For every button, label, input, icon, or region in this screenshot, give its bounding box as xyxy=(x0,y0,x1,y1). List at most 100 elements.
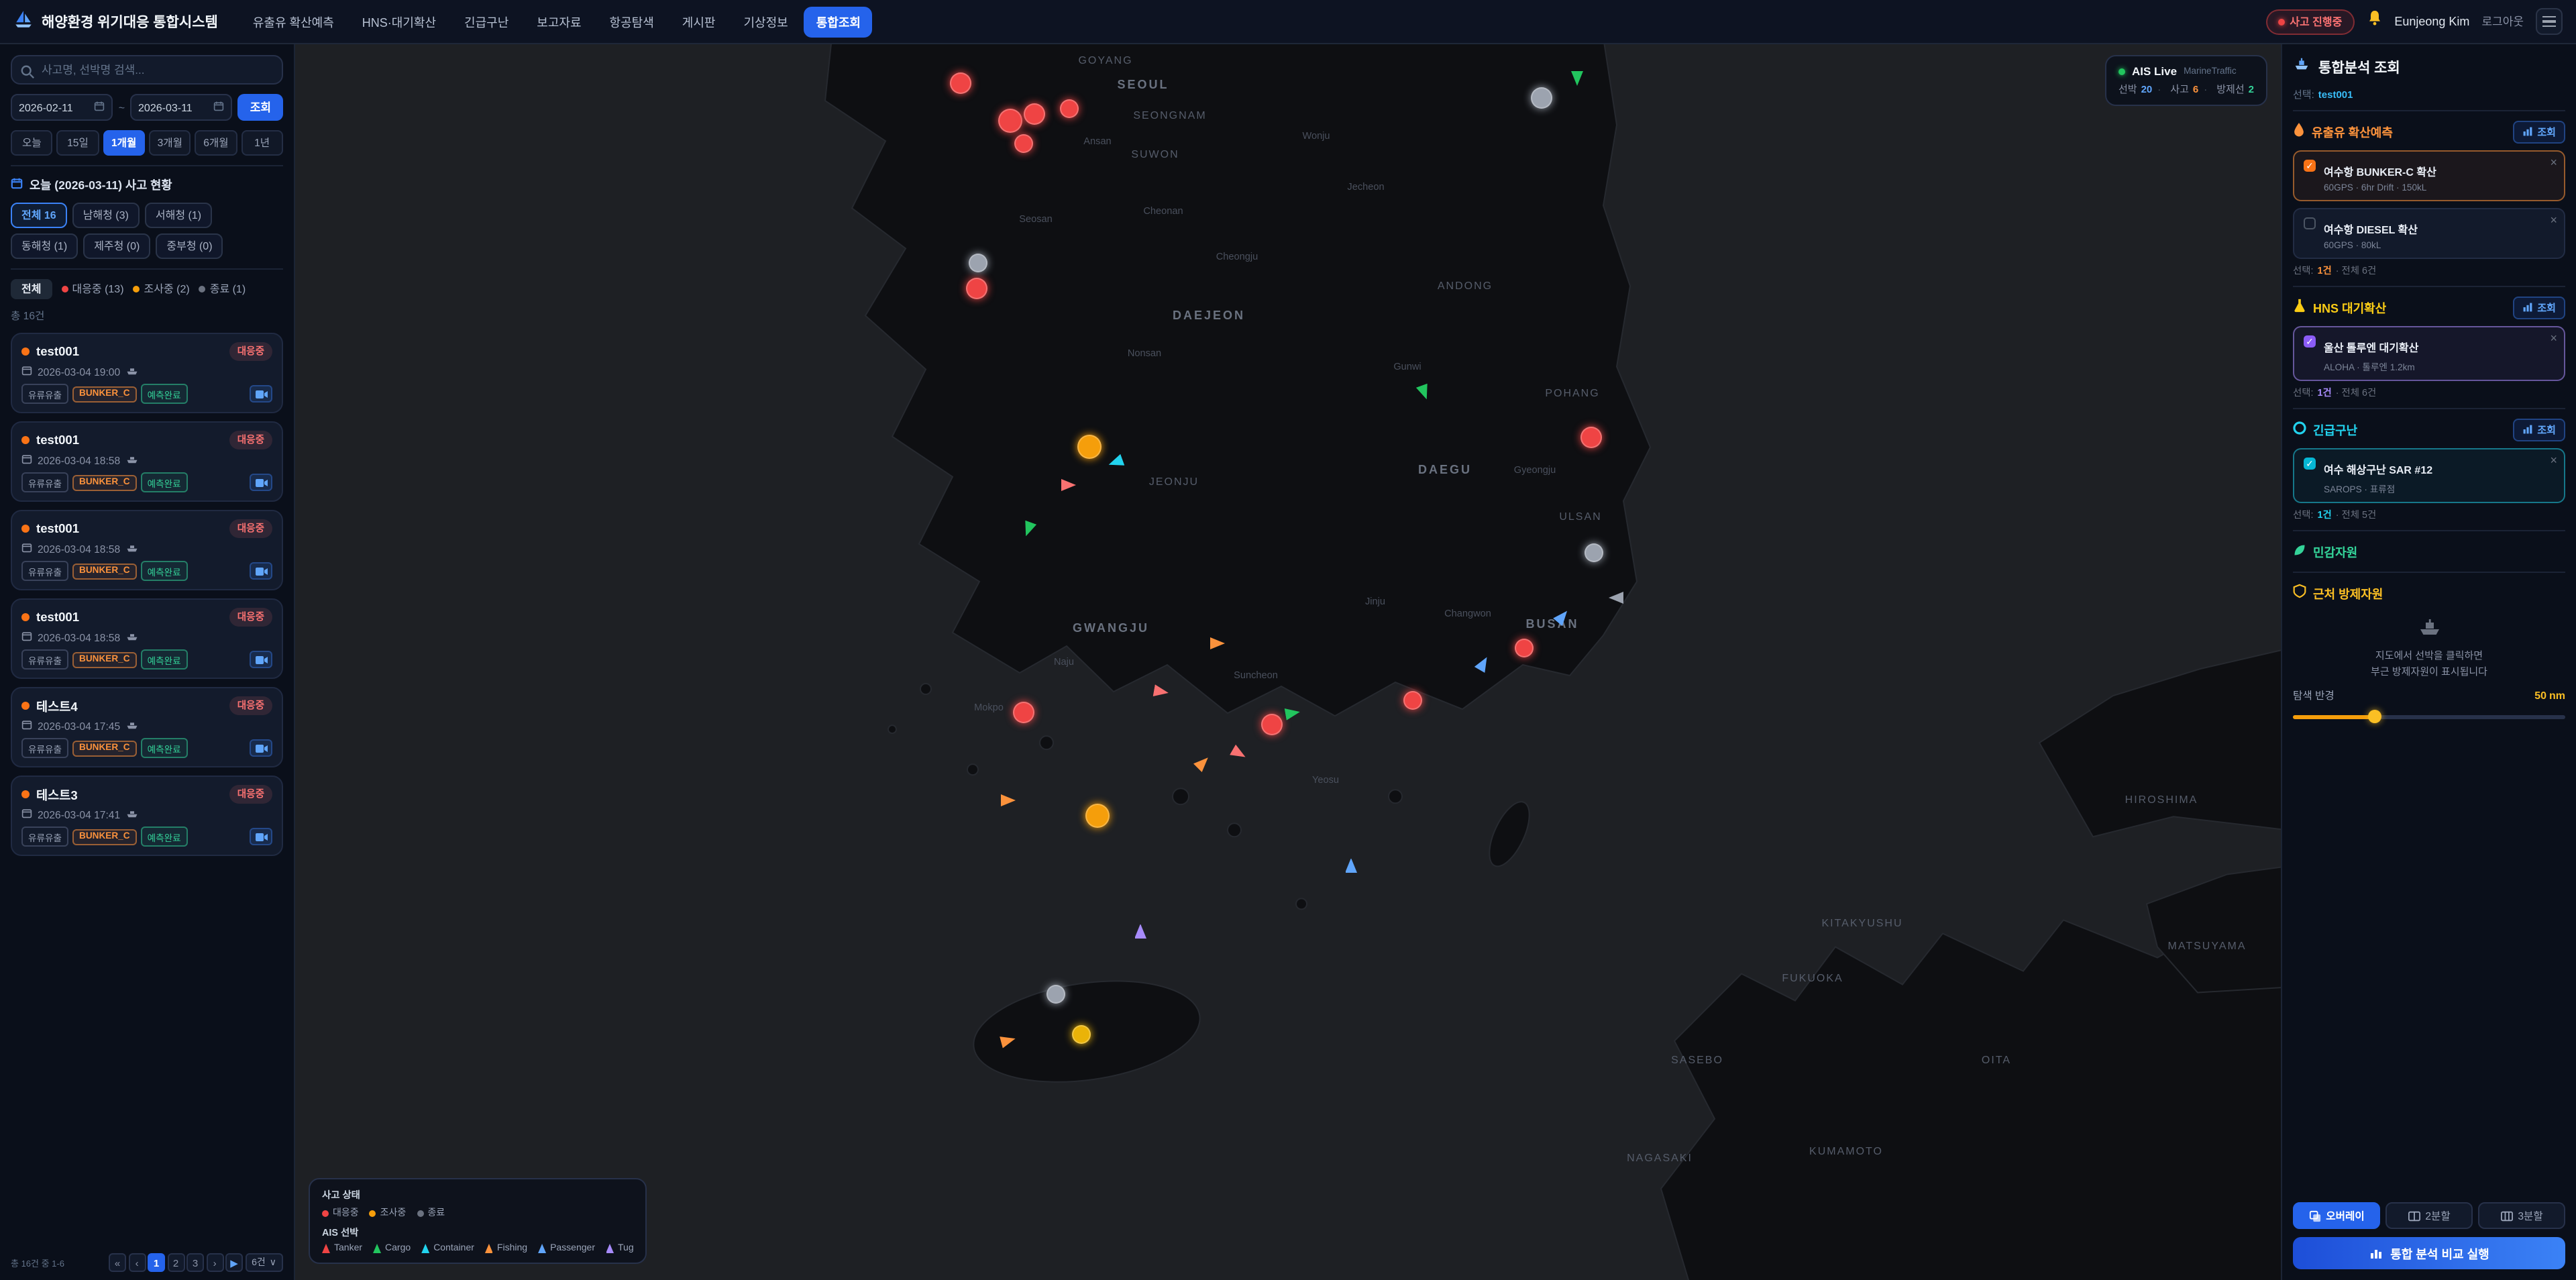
region-filter-5[interactable]: 제주청 (0) xyxy=(83,233,150,259)
hns-scenario-item[interactable]: ✓ 울산 톨루엔 대기확산ALOHA · 톨루엔 1.2km × xyxy=(2293,326,2565,381)
date-from-field[interactable]: 2026-02-11 xyxy=(11,94,113,121)
incident-card-3[interactable]: test001대응중2026-03-04 18:58유류유출BUNKER_C예측… xyxy=(11,510,283,590)
range-chip-6[interactable]: 1년 xyxy=(241,130,283,156)
close-icon[interactable]: × xyxy=(2550,213,2557,227)
close-icon[interactable]: × xyxy=(2550,454,2557,467)
logout-link[interactable]: 로그아웃 xyxy=(2481,13,2524,30)
ship-marker[interactable] xyxy=(1134,924,1146,939)
status-filter-3[interactable]: 조사중 (2) xyxy=(133,282,190,297)
range-chip-1[interactable]: 오늘 xyxy=(11,130,53,156)
incident-marker[interactable] xyxy=(1013,702,1034,723)
ship-marker[interactable] xyxy=(1608,591,1623,603)
oil-scenario-item[interactable]: ✓ 여수항 BUNKER-C 확산60GPS · 6hr Drift · 150… xyxy=(2293,150,2565,201)
close-icon[interactable]: × xyxy=(2550,156,2557,169)
checkbox-checked[interactable]: ✓ xyxy=(2304,458,2316,470)
nav-item-4[interactable]: 보고자료 xyxy=(525,6,593,37)
close-icon[interactable]: × xyxy=(2550,331,2557,345)
region-filter-6[interactable]: 중부청 (0) xyxy=(156,233,223,259)
ship-marker[interactable] xyxy=(1284,705,1301,720)
region-filter-4[interactable]: 동해청 (1) xyxy=(11,233,78,259)
date-query-button[interactable]: 조회 xyxy=(238,94,283,121)
region-filter-3[interactable]: 서해청 (1) xyxy=(145,203,212,228)
range-chip-3[interactable]: 1개월 xyxy=(103,130,145,156)
ship-marker[interactable] xyxy=(1061,478,1075,490)
run-analysis-button[interactable]: 통합 분석 비교 실행 xyxy=(2293,1237,2565,1269)
incident-marker[interactable] xyxy=(1585,543,1603,562)
incident-marker[interactable] xyxy=(1403,691,1422,710)
ship-marker[interactable] xyxy=(1193,753,1212,771)
region-filter-1[interactable]: 전체 16 xyxy=(11,203,67,228)
view-split3-button[interactable]: 3분할 xyxy=(2478,1202,2565,1229)
checkbox-checked[interactable]: ✓ xyxy=(2304,160,2316,172)
incident-marker[interactable] xyxy=(1024,103,1045,125)
oil-query-button[interactable]: 조회 xyxy=(2513,120,2565,143)
autoplay-button[interactable]: ▶ xyxy=(225,1253,243,1272)
status-filter-2[interactable]: 대응중 (13) xyxy=(61,282,123,297)
radius-slider[interactable] xyxy=(2293,709,2565,725)
incident-marker[interactable] xyxy=(1077,435,1102,459)
camera-button[interactable] xyxy=(250,828,272,845)
nav-item-1[interactable]: 유출유 확산예측 xyxy=(241,6,346,37)
checkbox-unchecked[interactable] xyxy=(2304,217,2316,229)
ship-marker[interactable] xyxy=(1415,383,1432,401)
page-button-3[interactable]: 3 xyxy=(186,1253,204,1272)
camera-button[interactable] xyxy=(250,474,272,491)
incident-marker[interactable] xyxy=(998,109,1022,133)
nav-item-5[interactable]: 항공탐색 xyxy=(598,6,666,37)
page-button-2[interactable]: 2 xyxy=(167,1253,184,1272)
ship-marker[interactable] xyxy=(1345,858,1357,873)
incident-card-2[interactable]: test001대응중2026-03-04 18:58유류유출BUNKER_C예측… xyxy=(11,421,283,502)
status-filter-4[interactable]: 종료 (1) xyxy=(199,282,246,297)
ship-marker[interactable] xyxy=(1106,454,1124,470)
first-page-button[interactable]: « xyxy=(109,1253,126,1272)
incident-marker[interactable] xyxy=(950,72,971,94)
camera-button[interactable] xyxy=(250,562,272,580)
ship-marker[interactable] xyxy=(1000,794,1015,806)
incident-marker[interactable] xyxy=(1046,985,1065,1004)
nav-item-2[interactable]: HNS·대기확산 xyxy=(350,6,448,37)
ship-marker[interactable] xyxy=(1020,520,1036,538)
search-input[interactable] xyxy=(11,55,283,85)
hamburger-menu-icon[interactable] xyxy=(2536,8,2563,35)
nav-item-7[interactable]: 기상정보 xyxy=(731,6,800,37)
ship-marker[interactable] xyxy=(1152,684,1169,698)
incident-marker[interactable] xyxy=(1060,99,1079,118)
region-filter-2[interactable]: 남해청 (3) xyxy=(72,203,140,228)
sar-query-button[interactable]: 조회 xyxy=(2513,418,2565,441)
ship-marker[interactable] xyxy=(1570,70,1582,85)
ship-marker[interactable] xyxy=(1552,606,1571,625)
incident-marker[interactable] xyxy=(1085,804,1110,828)
map-canvas[interactable]: GOYANGSEOULSEONGNAMAnsanSUWONWonjuJecheo… xyxy=(295,44,2281,1280)
range-chip-4[interactable]: 3개월 xyxy=(149,130,191,156)
date-to-field[interactable]: 2026-03-11 xyxy=(130,94,233,121)
view-split2-button[interactable]: 2분할 xyxy=(2385,1202,2473,1229)
next-page-button[interactable]: › xyxy=(206,1253,223,1272)
ship-marker[interactable] xyxy=(1210,637,1224,649)
incident-card-1[interactable]: test001대응중2026-03-04 19:00유류유출BUNKER_C예측… xyxy=(11,333,283,413)
prev-page-button[interactable]: ‹ xyxy=(128,1253,146,1272)
ship-marker[interactable] xyxy=(1474,653,1492,672)
incident-marker[interactable] xyxy=(1014,134,1033,153)
slider-handle[interactable] xyxy=(2368,710,2381,724)
range-chip-2[interactable]: 15일 xyxy=(57,130,99,156)
incident-marker[interactable] xyxy=(1580,427,1602,448)
nav-item-3[interactable]: 긴급구난 xyxy=(452,6,521,37)
nav-item-8[interactable]: 통합조회 xyxy=(804,6,873,37)
incident-active-badge[interactable]: 사고 진행중 xyxy=(2265,9,2354,34)
nav-item-6[interactable]: 게시판 xyxy=(670,6,728,37)
status-filter-all[interactable]: 전체 xyxy=(11,279,52,299)
view-overlay-button[interactable]: 오버레이 xyxy=(2293,1202,2380,1229)
camera-button[interactable] xyxy=(250,739,272,757)
incident-card-5[interactable]: 테스트4대응중2026-03-04 17:45유류유출BUNKER_C예측완료 xyxy=(11,687,283,767)
ship-marker[interactable] xyxy=(1229,744,1248,762)
incident-marker[interactable] xyxy=(1531,87,1552,109)
incident-card-6[interactable]: 테스트3대응중2026-03-04 17:41유류유출BUNKER_C예측완료 xyxy=(11,776,283,856)
sar-scenario-item[interactable]: ✓ 여수 해상구난 SAR #12SAROPS · 표류점 × xyxy=(2293,448,2565,503)
incident-marker[interactable] xyxy=(1515,639,1534,657)
camera-button[interactable] xyxy=(250,651,272,668)
incident-card-4[interactable]: test001대응중2026-03-04 18:58유류유출BUNKER_C예측… xyxy=(11,598,283,679)
bell-icon[interactable] xyxy=(2366,9,2382,34)
page-button-1[interactable]: 1 xyxy=(148,1253,165,1272)
incident-marker[interactable] xyxy=(1072,1025,1091,1044)
hns-query-button[interactable]: 조회 xyxy=(2513,296,2565,319)
